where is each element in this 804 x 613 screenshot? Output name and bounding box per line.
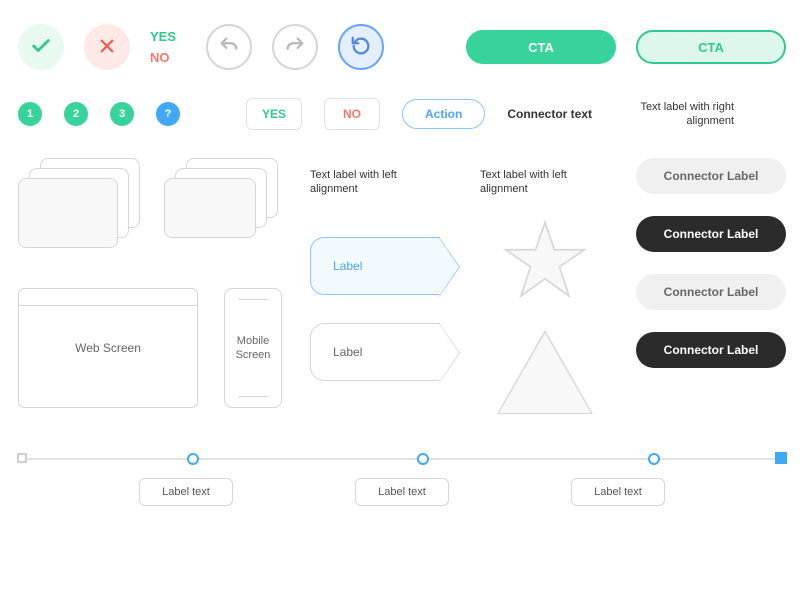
slider-node-2[interactable] (417, 453, 429, 465)
yes-button[interactable]: YES (246, 98, 302, 130)
timeline-slider[interactable] (18, 458, 786, 460)
tag-blue-label: Label (333, 259, 362, 273)
tag-gray-label: Label (333, 345, 362, 359)
tag-shape-blue[interactable]: Label (310, 237, 440, 295)
web-screen-label: Web Screen (75, 341, 141, 355)
star-icon[interactable] (502, 219, 588, 304)
left-align-label-1: Text label with left alignment (310, 168, 440, 197)
connector-label-pill-2[interactable]: Connector Label (636, 216, 786, 252)
step-1-badge[interactable]: 1 (18, 102, 42, 126)
yes-label: YES (150, 29, 176, 44)
check-icon (30, 35, 52, 60)
left-align-label-2: Text label with left alignment (480, 168, 610, 197)
screens-column: Web Screen Mobile Screen (18, 158, 284, 408)
connector-text-label: Connector text (507, 107, 592, 121)
card-stack-large[interactable] (18, 158, 138, 248)
cancel-button[interactable] (84, 24, 130, 70)
yes-no-stack: YES NO (150, 29, 176, 65)
tags-column: Text label with left alignment Label Lab… (310, 158, 454, 381)
redo-button[interactable] (272, 24, 318, 70)
cta-secondary-label: CTA (698, 40, 724, 55)
action-button[interactable]: Action (402, 99, 485, 129)
step-3-badge[interactable]: 3 (110, 102, 134, 126)
confirm-button[interactable] (18, 24, 64, 70)
triangle-icon[interactable] (497, 330, 593, 414)
help-badge[interactable]: ? (156, 102, 180, 126)
mobile-screen-frame[interactable]: Mobile Screen (224, 288, 282, 408)
slider-labels-row: Label text Label text Label text (18, 478, 786, 506)
connector-label-pill-4[interactable]: Connector Label (636, 332, 786, 368)
close-icon (98, 37, 116, 58)
connectors-column: Connector Label Connector Label Connecto… (636, 158, 786, 390)
slider-label-1[interactable]: Label text (139, 478, 233, 506)
web-screen-frame[interactable]: Web Screen (18, 288, 198, 408)
slider-start-handle[interactable] (17, 453, 27, 463)
no-button[interactable]: NO (324, 98, 380, 130)
cta-primary-label: CTA (528, 40, 554, 55)
cta-secondary-button[interactable]: CTA (636, 30, 786, 64)
undo-icon (218, 35, 240, 60)
slider-node-1[interactable] (187, 453, 199, 465)
middle-section: Web Screen Mobile Screen Text label with… (18, 158, 786, 414)
mobile-screen-label: Mobile Screen (225, 334, 281, 363)
refresh-icon (350, 35, 372, 60)
tag-shape-gray[interactable]: Label (310, 323, 440, 381)
shapes-column: Text label with left alignment (480, 158, 610, 414)
slider-label-2[interactable]: Label text (355, 478, 449, 506)
right-align-label: Text label with right alignment (614, 100, 734, 129)
card-stack-small[interactable] (164, 158, 284, 248)
slider-label-3[interactable]: Label text (571, 478, 665, 506)
redo-icon (284, 35, 306, 60)
step-2-badge[interactable]: 2 (64, 102, 88, 126)
cta-primary-button[interactable]: CTA (466, 30, 616, 64)
undo-button[interactable] (206, 24, 252, 70)
slider-end-handle[interactable] (775, 452, 787, 464)
no-label: NO (150, 50, 176, 65)
reset-button[interactable] (338, 24, 384, 70)
connector-label-pill-1[interactable]: Connector Label (636, 158, 786, 194)
row-secondary-controls: 1 2 3 ? YES NO Action Connector text Tex… (18, 98, 786, 130)
row-top-controls: YES NO CTA CTA (18, 24, 786, 70)
connector-label-pill-3[interactable]: Connector Label (636, 274, 786, 310)
slider-node-3[interactable] (648, 453, 660, 465)
